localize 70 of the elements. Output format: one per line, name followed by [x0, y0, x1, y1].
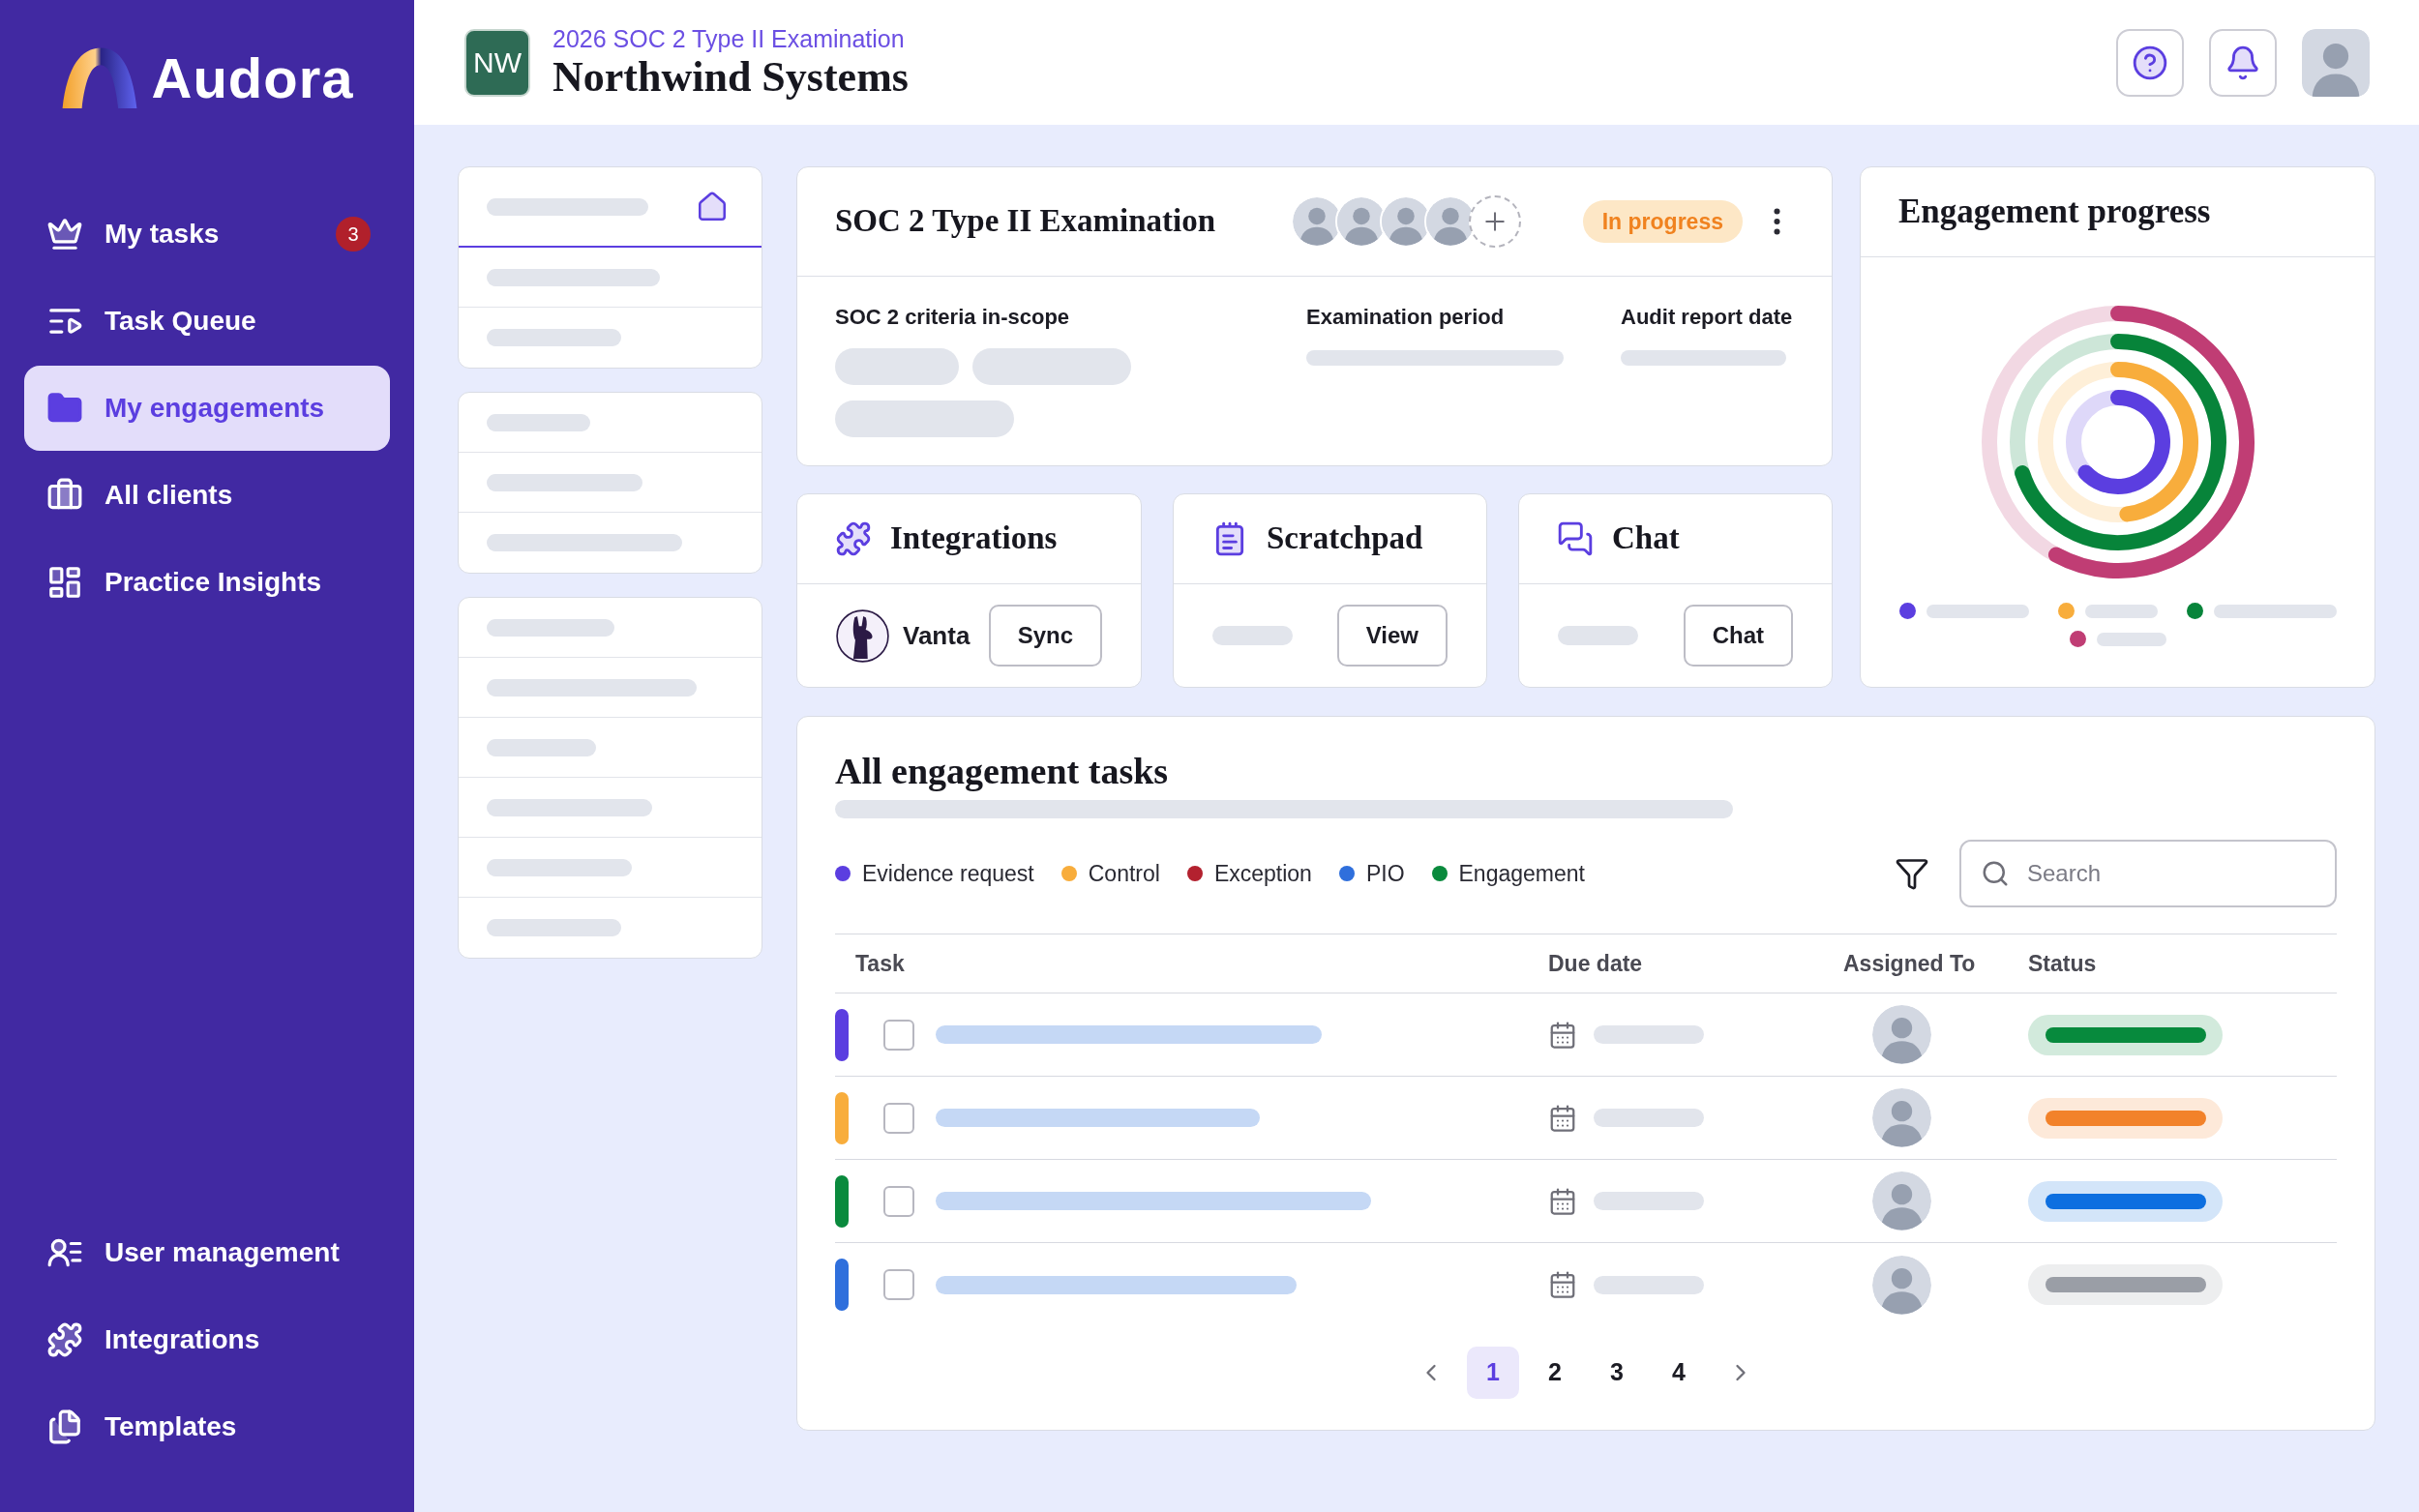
crown-icon	[46, 216, 83, 252]
field-label: Audit report date	[1621, 306, 1794, 329]
sidebar-item[interactable]: Task Queue	[24, 279, 390, 364]
client-title: Northwind Systems	[552, 52, 909, 102]
sidebar-item[interactable]: User management	[24, 1210, 390, 1295]
count-badge: 3	[336, 217, 371, 252]
calendar-icon	[1548, 1270, 1577, 1299]
legend-label: Engagement	[1458, 859, 1585, 888]
row-checkbox[interactable]	[883, 1269, 914, 1300]
help-icon	[2132, 44, 2168, 81]
sync-button[interactable]: Sync	[988, 605, 1102, 667]
column-header: Assigned To	[1843, 950, 1976, 976]
client-initials-badge: NW	[464, 28, 530, 97]
chat-bubbles-icon	[1557, 520, 1594, 557]
sidebar-item[interactable]: My tasks 3	[24, 192, 390, 277]
bell-icon	[2225, 44, 2261, 81]
legend-label: Control	[1088, 859, 1160, 888]
filter-icon	[1895, 856, 1929, 891]
chat-button[interactable]: Chat	[1683, 605, 1793, 667]
tool-title: Scratchpad	[1267, 519, 1423, 558]
sidebar-item[interactable]: Practice Insights	[24, 540, 390, 625]
avatar-icon	[1872, 1171, 1931, 1230]
avatar-icon	[1872, 1005, 1931, 1064]
status-badge: In progress	[1582, 200, 1743, 243]
column-header: Task	[855, 950, 905, 976]
sidebar-item[interactable]: All clients	[24, 453, 390, 538]
calendar-icon	[1548, 1103, 1577, 1133]
puzzle-icon	[835, 520, 872, 557]
llama-icon	[836, 608, 889, 663]
calendar-icon	[1548, 1186, 1577, 1216]
grid-icon	[46, 564, 83, 601]
engagement-subtitle: 2026 SOC 2 Type II Examination	[552, 23, 906, 53]
documents-icon	[46, 1408, 83, 1445]
column-header: Status	[2028, 950, 2097, 976]
page-button[interactable]: 4	[1653, 1347, 1705, 1399]
tool-title: Chat	[1612, 519, 1680, 558]
legend-label: Evidence request	[862, 859, 1034, 888]
row-checkbox[interactable]	[883, 1102, 914, 1134]
page-button[interactable]: 1	[1467, 1347, 1519, 1399]
progress-title: Engagement progress	[1898, 191, 2211, 232]
column-header: Due date	[1548, 950, 1643, 976]
legend-label: PIO	[1365, 859, 1405, 888]
row-checkbox[interactable]	[883, 1019, 914, 1051]
field-label: SOC 2 criteria in-scope	[835, 306, 1071, 329]
legend-label: Exception	[1213, 859, 1312, 888]
integration-name: Vanta	[903, 619, 971, 652]
sidebar-item[interactable]: My engagements	[24, 366, 390, 451]
search-field[interactable]: Search	[1959, 840, 2337, 907]
field-label: Examination period	[1306, 306, 1506, 329]
notifications-button[interactable]	[2209, 28, 2277, 97]
more-icon	[1773, 208, 1780, 235]
search-icon	[1981, 859, 2010, 888]
tool-title: Integrations	[890, 519, 1058, 558]
page-button[interactable]: 3	[1591, 1347, 1643, 1399]
avatar-icon	[1872, 1255, 1931, 1315]
user-avatar-icon[interactable]	[2302, 28, 2370, 97]
help-button[interactable]	[2116, 28, 2184, 97]
tasks-title: All engagement tasks	[835, 750, 1170, 793]
arch-logo-icon	[60, 46, 138, 108]
page-button[interactable]: 2	[1529, 1347, 1581, 1399]
home-icon	[696, 190, 729, 223]
calendar-icon	[1548, 1020, 1577, 1050]
sidebar-item[interactable]: Integrations	[24, 1297, 390, 1382]
avatar-icon	[1872, 1088, 1931, 1147]
sidebar-item[interactable]: Templates	[24, 1384, 390, 1469]
engagement-title: SOC 2 Type II Examination	[835, 202, 1216, 241]
brand-name: Audora	[151, 44, 354, 111]
row-checkbox[interactable]	[883, 1185, 914, 1217]
puzzle-icon	[46, 1321, 83, 1358]
view-button[interactable]: View	[1336, 605, 1448, 667]
